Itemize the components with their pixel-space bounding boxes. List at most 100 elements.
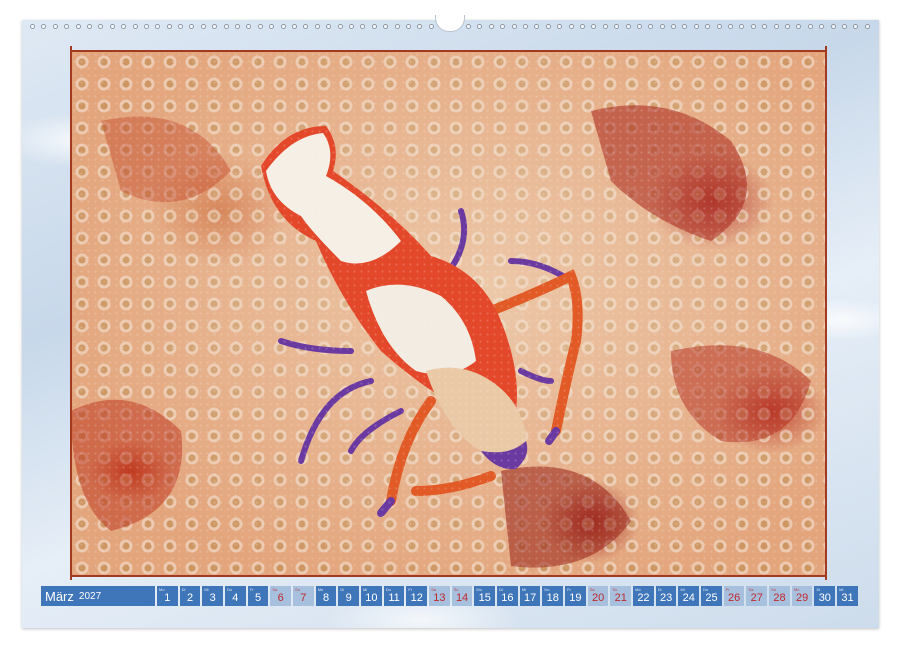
day-number: 11 [388,592,400,604]
binding-hole [648,23,654,29]
weekday-label: So [295,587,300,592]
weekday-label: Sa [431,587,436,592]
day-cell: Mo 1 [157,586,178,606]
weekday-label: Mo [476,587,482,592]
day-number: 19 [569,592,582,604]
weekday-label: Di [181,587,186,592]
weekday-label: So [453,587,459,592]
binding-hole [178,23,184,29]
weekday-label: Fr [408,587,413,592]
binding-hole [155,23,161,29]
binding-hole [223,23,229,29]
day-cell: Do 11 [383,586,405,606]
day-cell: Mi 10 [361,586,382,606]
day-number: 15 [478,592,491,604]
binding-hole [625,23,631,29]
weekday-label: Mi [204,587,209,592]
binding-hole [303,23,309,29]
day-cell: Mo 15 [474,586,496,606]
weekday-label: Mo [793,587,800,592]
binding-hole [534,23,540,29]
binding-hole [773,23,779,29]
day-number: 28 [773,592,786,604]
day-number: 20 [591,592,605,604]
binding-hole [841,23,847,29]
day-cell: Di 2 [179,586,201,606]
binding-hole [166,23,172,29]
day-cell: Di 16 [497,586,518,606]
day-number: 22 [637,592,650,604]
day-number: 30 [818,592,831,604]
month-name: März [45,588,74,604]
frame-top [70,50,827,52]
binding-hole [477,23,483,29]
binding-hole [830,23,836,29]
binding-hole [523,23,529,29]
binding-hole [314,23,320,29]
binding-hole [235,23,241,29]
weekday-label: Di [657,587,662,592]
day-cell: Di 30 [814,586,836,606]
weekday-label: Do [227,587,233,592]
year-label: 2027 [78,590,102,602]
binding-hole [52,23,58,29]
binding-hole [602,23,608,29]
weekday-label: Fr [567,587,571,592]
day-number: 3 [209,592,216,604]
binding-hole [371,23,377,29]
binding-hole [212,23,218,29]
binding-hole [796,23,802,29]
shrimp-image [71,51,826,576]
binding-hole [269,23,275,29]
day-number: 13 [433,592,446,604]
binding-hole [257,23,263,29]
binding-hole [30,23,35,29]
weekday-label: Sa [748,587,754,592]
day-number: 4 [232,592,239,604]
day-number: 9 [345,592,352,604]
weekday-label: Mo [635,587,641,592]
day-cell: Mi 3 [202,586,224,606]
day-cell: So 14 [451,586,473,606]
calendar-bar: März 2027 Mo 1 Di 2 Mi 3 Do 4 Fr 5 Sa 6 So 7 Mo 8 Di 9 Mi 1… [41,586,858,606]
weekday-label: Fr [725,587,730,592]
binding-hole [785,23,790,29]
binding-hole [348,23,354,29]
binding-hole [189,23,195,29]
month-label: März 2027 [41,586,155,606]
day-number: 16 [501,592,514,604]
weekday-label: Do [703,587,709,592]
day-cell: Di 23 [655,586,677,606]
weekday-label: Di [816,587,821,592]
binding-hole [819,23,825,29]
binding-hole [121,23,127,29]
binding-hole [739,23,745,29]
binding-hole [579,23,585,29]
binding-hole [109,23,115,29]
day-cell: Fr 19 [565,586,586,606]
weekday-label: Mo [159,587,165,592]
day-cell: Mo 8 [315,586,337,606]
day-number: 12 [410,592,423,604]
weekday-label: Do [544,587,550,592]
day-number: 5 [254,592,262,604]
photo-shrimp [71,51,826,576]
day-cell: Mo 22 [633,586,654,606]
binding-hole [716,23,722,29]
binding-hole [280,23,286,29]
day-cell: Mi 17 [519,586,541,606]
binding-hole [64,23,70,29]
binding-hole [568,23,574,29]
day-cell: Sa 27 [746,586,768,606]
binding-hole [405,23,411,29]
binding-hole [337,23,343,29]
weekday-label: Di [340,587,345,592]
day-number: 18 [546,592,559,604]
day-number: 27 [750,592,763,604]
day-number: 17 [523,592,537,604]
day-cell: So 28 [769,586,790,606]
binding-hole [417,23,423,29]
binding-hole [750,23,756,29]
binding-hole [659,23,665,29]
day-number: 29 [796,592,809,604]
